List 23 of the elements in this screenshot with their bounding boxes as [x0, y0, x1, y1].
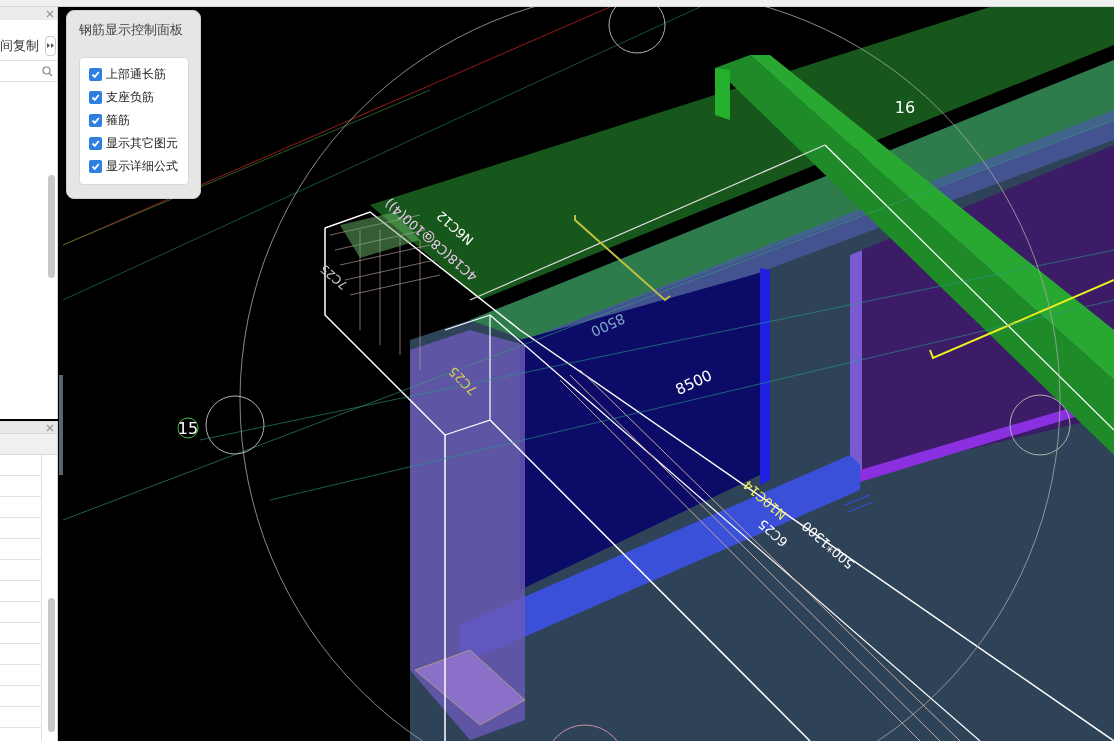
checkbox-label[interactable]: 显示其它图元: [106, 134, 178, 152]
checkbox-label[interactable]: 上部通长筋: [106, 65, 166, 83]
panel-title: 钢筋显示控制面板: [79, 21, 184, 39]
toolbar-text[interactable]: 间复制: [0, 35, 39, 56]
search-icon: [42, 65, 53, 77]
annotation-text: 8500: [673, 368, 715, 398]
double-arrow-icon: [47, 43, 54, 48]
checkbox[interactable]: [89, 136, 102, 150]
checkbox[interactable]: [89, 90, 102, 104]
annotation-text: 15: [177, 421, 199, 437]
scrollbar-thumb[interactable]: [48, 598, 55, 732]
checkbox-label[interactable]: 显示详细公式: [106, 157, 178, 175]
checkbox[interactable]: [89, 67, 102, 81]
annotation-text: 16: [894, 100, 916, 116]
close-icon[interactable]: [46, 423, 54, 432]
annotation-text: 8500: [588, 311, 628, 339]
checkbox[interactable]: [89, 113, 102, 127]
checkbox-label[interactable]: 支座负筋: [106, 88, 154, 106]
checkbox[interactable]: [89, 159, 102, 173]
close-icon[interactable]: [46, 9, 54, 18]
checkbox-label[interactable]: 箍筋: [106, 111, 130, 129]
expand-button[interactable]: [45, 35, 56, 56]
scrollbar-thumb[interactable]: [48, 175, 55, 278]
